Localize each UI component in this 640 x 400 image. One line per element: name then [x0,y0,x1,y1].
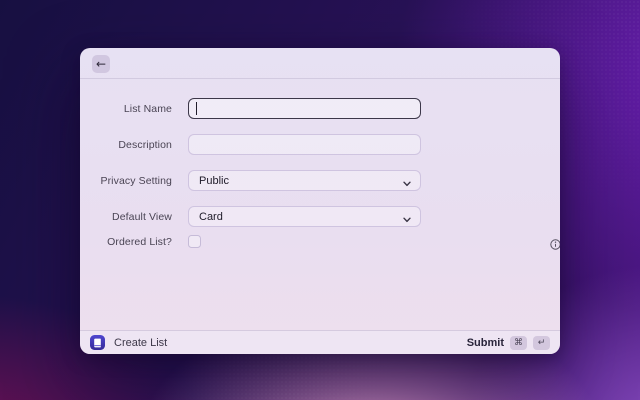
footer-title: Create List [114,336,168,349]
desktop-background: ← List Name Description Privacy Setting [0,0,640,400]
ordered-list-label: Ordered List? [107,236,172,248]
create-list-form: List Name Description Privacy Setting Pu… [80,79,560,250]
description-input[interactable] [188,134,421,155]
default-view-value: Card [199,210,223,223]
list-name-label: List Name [123,102,172,115]
book-icon [90,335,105,350]
default-view-label: Default View [112,210,172,223]
back-button[interactable]: ← [92,55,110,73]
back-arrow-icon: ← [95,56,107,71]
create-list-window: ← List Name Description Privacy Setting [80,48,560,354]
privacy-setting-label: Privacy Setting [100,174,172,187]
privacy-setting-select[interactable]: Public [188,170,421,191]
command-key-icon[interactable]: ⌘ [510,335,527,350]
form-row-privacy-setting: Privacy Setting Public [80,170,560,191]
list-name-input[interactable] [188,98,421,119]
submit-button[interactable]: Submit [467,337,504,349]
form-row-default-view: Default View Card [80,206,560,227]
footer-action-bar: Create List Submit ⌘ ↵ [80,330,560,354]
window-header: ← [80,48,560,79]
form-row-ordered-list: Ordered List? [80,235,560,250]
ordered-list-checkbox[interactable] [188,235,201,248]
chevron-down-icon [403,178,411,190]
text-cursor [196,102,197,115]
description-label: Description [118,138,172,151]
form-row-description: Description [80,134,560,155]
privacy-setting-value: Public [199,174,229,187]
info-icon[interactable] [550,237,560,250]
return-key-icon[interactable]: ↵ [533,335,550,350]
chevron-down-icon [403,214,411,226]
form-row-list-name: List Name [80,98,560,119]
default-view-select[interactable]: Card [188,206,421,227]
